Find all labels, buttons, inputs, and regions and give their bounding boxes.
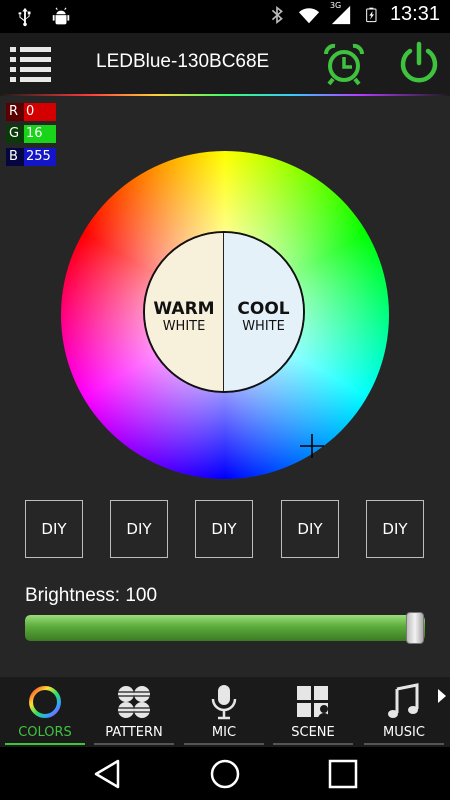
diy-button-4[interactable]: DIY bbox=[281, 500, 339, 558]
device-title: LEDBlue-130BC68E bbox=[96, 51, 270, 72]
back-icon[interactable] bbox=[90, 757, 126, 791]
wifi-icon bbox=[298, 7, 320, 23]
tab-bar: COLORS PATTERN MIC SCENE MUSIC bbox=[0, 677, 450, 747]
scene-grid-icon bbox=[297, 686, 330, 719]
brightness-slider[interactable] bbox=[25, 615, 425, 641]
usb-icon bbox=[18, 7, 31, 27]
pattern-dots-icon bbox=[118, 686, 150, 718]
tab-pattern[interactable]: PATTERN bbox=[92, 677, 176, 747]
tab-scene[interactable]: SCENE bbox=[271, 677, 355, 747]
color-picker-crosshair[interactable] bbox=[298, 432, 326, 460]
white-selector: WARM WHITE COOL WHITE bbox=[143, 231, 305, 393]
tab-colors[interactable]: COLORS bbox=[3, 677, 87, 747]
navigation-bar bbox=[0, 747, 450, 800]
color-ring-icon bbox=[29, 686, 61, 718]
clock: 13:31 bbox=[389, 3, 440, 25]
more-tabs-arrow-icon[interactable] bbox=[436, 688, 448, 704]
diy-button-5[interactable]: DIY bbox=[366, 500, 424, 558]
home-icon[interactable] bbox=[207, 757, 243, 791]
diy-button-1[interactable]: DIY bbox=[25, 500, 83, 558]
microphone-icon bbox=[211, 685, 237, 720]
bluetooth-icon bbox=[271, 5, 283, 24]
header-divider bbox=[0, 94, 450, 96]
status-bar: 3G 13:31 bbox=[0, 0, 450, 33]
battery-icon bbox=[366, 7, 377, 22]
power-icon[interactable] bbox=[396, 41, 442, 87]
app-bar: LEDBlue-130BC68E bbox=[0, 33, 450, 95]
rgb-readout-blue: B 255 bbox=[6, 148, 56, 166]
tab-mic[interactable]: MIC bbox=[182, 677, 266, 747]
warm-white-button[interactable]: WARM WHITE bbox=[145, 233, 224, 391]
recents-icon[interactable] bbox=[325, 757, 361, 791]
rgb-readout-green: G 16 bbox=[6, 125, 56, 143]
diy-button-3[interactable]: DIY bbox=[195, 500, 253, 558]
menu-icon[interactable] bbox=[10, 44, 52, 84]
tab-music[interactable]: MUSIC bbox=[362, 677, 446, 747]
cell-signal-icon: 3G bbox=[329, 0, 354, 26]
brightness-label: Brightness: 100 bbox=[25, 585, 158, 606]
music-note-icon bbox=[388, 683, 419, 718]
brightness-slider-fill bbox=[25, 615, 425, 641]
diy-button-2[interactable]: DIY bbox=[110, 500, 168, 558]
network-type-label: 3G bbox=[329, 0, 342, 10]
cool-white-button[interactable]: COOL WHITE bbox=[224, 233, 303, 391]
rgb-readout-red: R0 bbox=[6, 103, 56, 121]
alarm-clock-icon[interactable] bbox=[322, 42, 366, 86]
brightness-slider-thumb[interactable] bbox=[406, 612, 424, 644]
android-debug-icon bbox=[52, 7, 70, 25]
